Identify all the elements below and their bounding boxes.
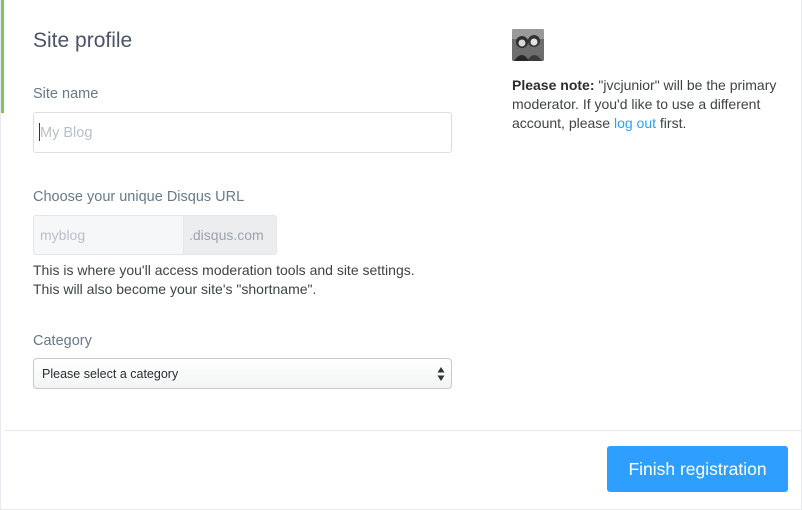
url-suffix: .disqus.com [183, 215, 277, 255]
select-arrows-icon [437, 367, 445, 381]
disqus-url-label: Choose your unique Disqus URL [33, 189, 245, 205]
user-photo-icon [512, 29, 544, 61]
page-title: Site profile [33, 29, 133, 52]
registration-panel: Site profile Site name Choose your uniqu… [0, 0, 802, 510]
section-accent-bar [1, 0, 4, 113]
site-name-label: Site name [33, 86, 99, 102]
logout-link[interactable]: log out [614, 115, 656, 131]
note-end: first. [656, 115, 687, 131]
help-line-2: This will also become your site's "short… [33, 281, 317, 297]
moderator-note: Please note: "jvcjunior" will be the pri… [512, 76, 777, 133]
avatar [512, 29, 544, 61]
finish-registration-button[interactable]: Finish registration [607, 446, 788, 492]
footer-divider [4, 430, 802, 431]
note-label: Please note: [512, 77, 595, 93]
shortname-help-text: This is where you'll access moderation t… [33, 261, 463, 299]
site-name-input[interactable] [33, 112, 452, 153]
category-label: Category [33, 333, 92, 349]
category-select[interactable]: Please select a category [33, 358, 452, 389]
shortname-input[interactable] [33, 215, 183, 255]
text-cursor [39, 123, 40, 141]
disqus-url-group: .disqus.com [33, 215, 277, 255]
help-line-1: This is where you'll access moderation t… [33, 262, 415, 278]
category-selected-value: Please select a category [42, 366, 179, 381]
